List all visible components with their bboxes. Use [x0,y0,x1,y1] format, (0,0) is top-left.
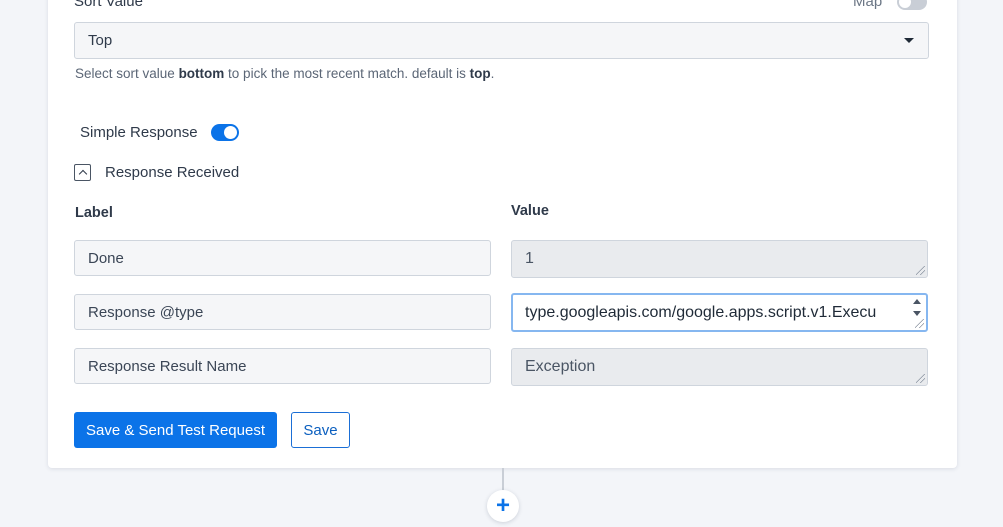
label-field-text: Done [88,249,124,267]
chevron-up-icon[interactable] [74,164,91,181]
label-field-response-result-name[interactable]: Response Result Name [74,348,491,384]
hint-text-3: . [490,66,495,81]
hint-bold-top: top [469,66,491,81]
resize-grip-icon[interactable] [916,374,925,383]
save-send-test-request-button[interactable]: Save & Send Test Request [74,412,277,448]
label-field-text: Response Result Name [88,357,247,375]
value-field-text: 1 [525,250,534,267]
scroll-down-icon[interactable] [913,311,921,316]
sort-value-hint: Select sort value bottom to pick the mos… [75,66,494,81]
map-toggle-label: Map [853,0,883,10]
simple-response-toggle[interactable] [211,124,239,141]
scroll-up-icon[interactable] [913,299,921,304]
label-field-response-type[interactable]: Response @type [74,294,491,330]
value-field-response-result-name[interactable]: Exception [511,348,928,386]
map-toggle[interactable] [897,0,927,10]
hint-bold-bottom: bottom [178,66,225,81]
resize-grip-icon[interactable] [915,319,924,328]
value-field-done[interactable]: 1 [511,240,928,278]
hint-text-2: to pick the most recent match. default i… [224,66,470,81]
save-button[interactable]: Save [291,412,350,448]
value-field-text: type.googleapis.com/google.apps.script.v… [525,303,877,321]
resize-grip-icon[interactable] [916,266,925,275]
label-column-header: Label [75,205,113,221]
caret-down-icon [904,38,914,43]
response-received-label: Response Received [105,164,240,181]
add-step-button[interactable]: + [487,490,519,522]
step-connector [502,468,504,492]
label-field-text: Response @type [88,303,204,321]
sort-value-selected: Top [88,32,113,49]
sort-value-select[interactable]: Top [74,22,929,59]
value-field-text: Exception [525,358,596,375]
hint-text-1: Select sort value [75,66,179,81]
sort-value-label: Sort Value [74,0,143,10]
value-column-header: Value [511,203,549,219]
label-field-done[interactable]: Done [74,240,491,276]
value-field-response-type[interactable]: type.googleapis.com/google.apps.script.v… [511,293,928,332]
simple-response-label: Simple Response [80,124,198,141]
plus-icon: + [495,492,510,519]
